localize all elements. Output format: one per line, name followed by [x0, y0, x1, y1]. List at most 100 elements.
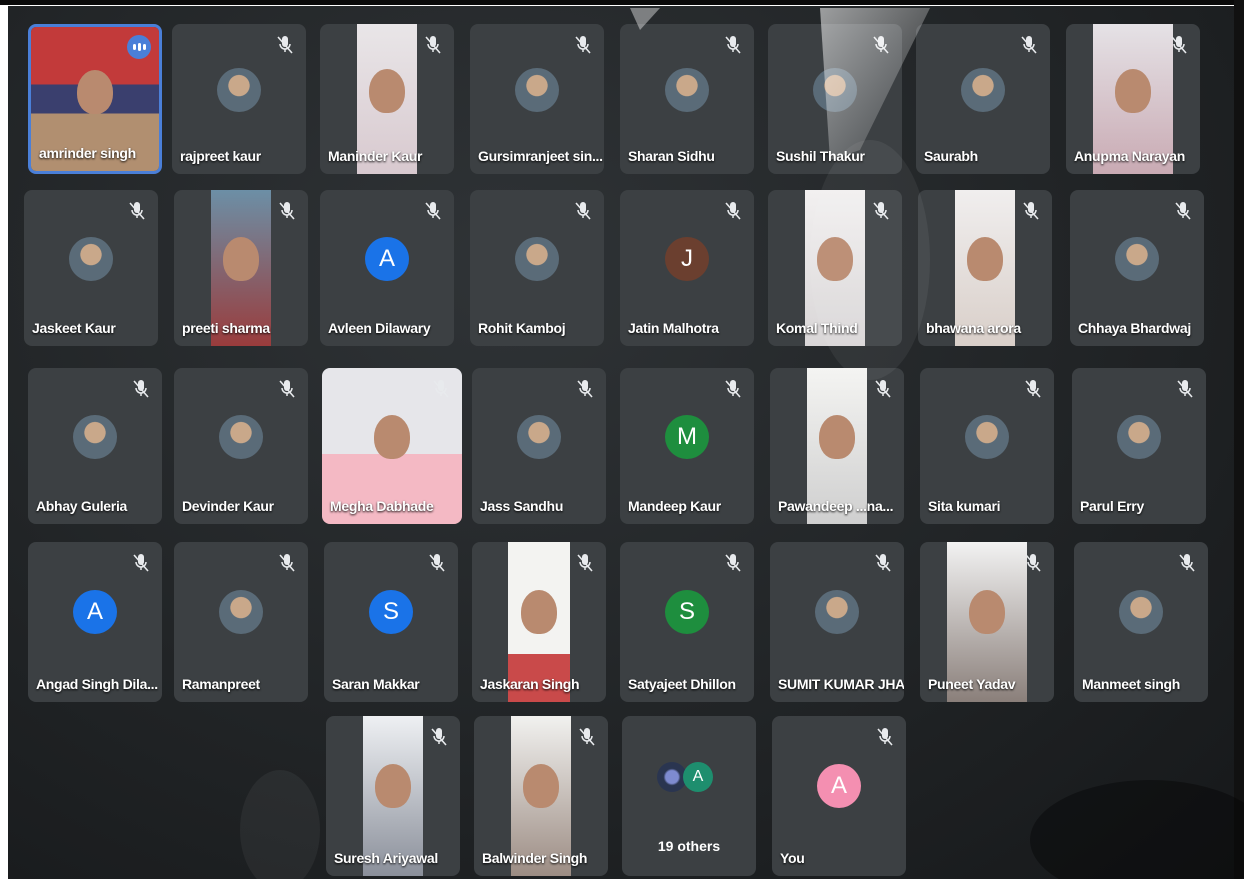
participant-name: Parul Erry	[1080, 498, 1144, 514]
participant-tile[interactable]: Ramanpreet	[174, 542, 308, 702]
mic-off-icon	[872, 202, 890, 222]
participant-tile[interactable]: M Mandeep Kaur	[620, 368, 754, 524]
avatar	[73, 414, 117, 459]
participant-face	[375, 764, 411, 808]
mic-off-icon	[432, 380, 450, 400]
participant-tile[interactable]: Sushil Thakur	[768, 24, 902, 174]
screen-bezel-right	[1234, 0, 1244, 879]
participant-face	[223, 236, 259, 281]
participant-name: Maninder Kaur	[328, 148, 423, 164]
mic-off-icon	[872, 36, 890, 56]
participant-tile[interactable]: rajpreet kaur	[172, 24, 306, 174]
participant-tile[interactable]: Devinder Kaur	[174, 368, 308, 524]
avatar	[69, 236, 113, 281]
participant-tile[interactable]: Komal Thind	[768, 190, 902, 346]
participant-tile[interactable]: SUMIT KUMAR JHA	[770, 542, 904, 702]
participant-tile[interactable]: A Angad Singh Dila...	[28, 542, 162, 702]
mic-off-icon	[1024, 554, 1042, 574]
participant-face	[523, 764, 559, 808]
participant-tile[interactable]: Saurabh	[916, 24, 1050, 174]
participant-name: Mandeep Kaur	[628, 498, 721, 514]
avatar	[665, 68, 709, 112]
photo-frame: amrinder singh rajpreet kaur Maninder Kaur…	[0, 0, 1244, 879]
avatar-initial: A	[365, 236, 409, 281]
mic-off-icon	[874, 554, 892, 574]
participant-name: Suresh Ariyawal	[334, 850, 438, 866]
participant-tile[interactable]: Balwinder Singh	[474, 716, 608, 876]
participant-face	[77, 70, 113, 115]
participant-tile[interactable]: Sharan Sidhu	[620, 24, 754, 174]
participant-tile[interactable]: Manmeet singh	[1074, 542, 1208, 702]
mic-off-icon	[278, 202, 296, 222]
participant-tile[interactable]: bhawana arora	[918, 190, 1052, 346]
participant-tile[interactable]: Jaskeet Kaur	[24, 190, 158, 346]
participant-tile[interactable]: Megha Dabhade	[322, 368, 462, 524]
participant-name: bhawana arora	[926, 320, 1021, 336]
mic-off-icon	[278, 554, 296, 574]
mic-off-icon	[424, 202, 442, 222]
participant-tile[interactable]: Parul Erry	[1072, 368, 1206, 524]
others-tile[interactable]: A 19 others	[622, 716, 756, 876]
avatar	[219, 590, 263, 635]
participant-name: Jass Sandhu	[480, 498, 564, 514]
participant-tile[interactable]: S Saran Makkar	[324, 542, 458, 702]
participant-tile[interactable]: Sita kumari	[920, 368, 1054, 524]
screen-bezel-top	[0, 0, 1244, 5]
avatar	[813, 68, 857, 112]
avatar-initial: M	[665, 414, 709, 459]
participant-name: amrinder singh	[39, 145, 136, 161]
mic-off-icon	[1020, 36, 1038, 56]
participant-tile[interactable]: Maninder Kaur	[320, 24, 454, 174]
participant-name: Gursimranjeet sin...	[478, 148, 603, 164]
mic-off-icon	[1178, 554, 1196, 574]
mic-off-icon	[574, 202, 592, 222]
participant-tile[interactable]: Abhay Guleria	[28, 368, 162, 524]
participant-name: SUMIT KUMAR JHA	[778, 676, 904, 692]
participant-tile[interactable]: A Avleen Dilawary	[320, 190, 454, 346]
participant-face	[967, 236, 1003, 281]
participant-face	[817, 236, 853, 281]
participant-tile[interactable]: Anupma Narayan	[1066, 24, 1200, 174]
participant-name: Abhay Guleria	[36, 498, 128, 514]
mic-off-icon	[424, 36, 442, 56]
participant-tile[interactable]: J Jatin Malhotra	[620, 190, 754, 346]
mic-off-icon	[576, 380, 594, 400]
participant-name: Angad Singh Dila...	[36, 676, 158, 692]
participant-tile[interactable]: Suresh Ariyawal	[326, 716, 460, 876]
mic-off-icon	[576, 554, 594, 574]
participant-tile[interactable]: Gursimranjeet sin...	[470, 24, 604, 174]
avatar	[1115, 236, 1159, 281]
avatar	[217, 68, 261, 112]
avatar	[219, 414, 263, 459]
participant-tile[interactable]: amrinder singh	[28, 24, 162, 174]
avatar-initial: A	[73, 590, 117, 635]
participant-name: Rohit Kamboj	[478, 320, 566, 336]
mic-off-icon	[430, 728, 448, 748]
mic-off-icon	[876, 728, 894, 748]
participant-name: You	[780, 850, 805, 866]
participant-tile[interactable]: Pawandeep ...na...	[770, 368, 904, 524]
participant-name: Balwinder Singh	[482, 850, 588, 866]
avatar-initial: J	[665, 236, 709, 281]
avatar-initial: S	[665, 590, 709, 635]
avatar-initial: A	[683, 762, 713, 792]
participant-tile[interactable]: Jass Sandhu	[472, 368, 606, 524]
participant-name: Jaskeet Kaur	[32, 320, 116, 336]
participant-tile[interactable]: preeti sharma	[174, 190, 308, 346]
participant-tile[interactable]: Jaskaran Singh	[472, 542, 606, 702]
mic-off-icon	[132, 554, 150, 574]
mic-off-icon	[1170, 36, 1188, 56]
participant-tile[interactable]: Chhaya Bhardwaj	[1070, 190, 1204, 346]
participant-tile[interactable]: S Satyajeet Dhillon	[620, 542, 754, 702]
participant-tile[interactable]: Puneet Yadav	[920, 542, 1054, 702]
participant-name: Puneet Yadav	[928, 676, 1016, 692]
participant-tile[interactable]: Rohit Kamboj	[470, 190, 604, 346]
participant-name: Avleen Dilawary	[328, 320, 431, 336]
self-tile[interactable]: A You	[772, 716, 906, 876]
participant-name: Saurabh	[924, 148, 978, 164]
participant-name: Devinder Kaur	[182, 498, 274, 514]
participant-face	[1115, 69, 1151, 113]
avatar	[1117, 414, 1161, 459]
participant-name: Satyajeet Dhillon	[628, 676, 736, 692]
avatar-initial: A	[817, 764, 861, 809]
